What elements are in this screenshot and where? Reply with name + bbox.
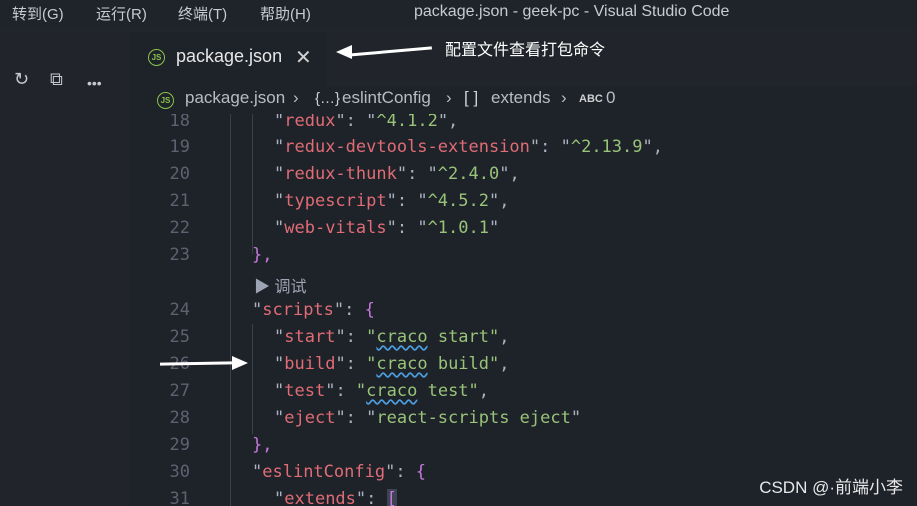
line-number: 28 [169,408,190,428]
code-line: "build": "craco build", [274,354,510,374]
json-key: redux-devtools-extension [284,137,530,157]
brace: { [415,462,427,482]
code-line: }, [252,245,273,265]
json-value: ^2.4.0 [437,164,500,184]
object-icon: {…} [315,90,341,107]
json-key: redux-thunk [284,164,397,184]
json-key: build [284,354,336,374]
line-number: 24 [169,300,190,320]
bracket: [ [386,489,397,506]
code-line: "redux-devtools-extension": "^2.13.9", [274,137,663,157]
menu-run[interactable]: 运行(R) [96,3,147,24]
menu-goto[interactable]: 转到(G) [12,3,64,24]
json-value-rest: start [427,327,490,347]
indent-guide [252,114,253,254]
string-icon: ABC [579,93,603,105]
more-icon[interactable]: ••• [87,74,102,92]
json-value: ^4.5.2 [427,191,489,211]
breadcrumb-extends[interactable]: extends [491,88,551,108]
line-number: 27 [169,381,190,401]
json-key: test [284,381,326,401]
array-icon: [ ] [464,88,479,107]
code-line: "extends": [ [274,489,397,506]
line-number: 18 [169,114,190,131]
breadcrumb-index[interactable]: 0 [606,88,615,108]
code-line: "test": "craco test", [274,381,490,401]
close-icon[interactable]: ✕ [295,45,312,70]
chevron-right-icon: › [561,88,567,107]
code-line: "start": "craco start", [274,327,510,347]
brace: { [364,300,375,320]
tab-label: package.json [176,46,283,66]
json-key: eject [284,408,336,428]
code-line: "typescript": "^4.5.2", [274,191,510,211]
json-value-word: craco [376,327,428,347]
indent-guide [252,324,253,434]
line-number: 31 [169,489,190,506]
json-value-word: craco [366,381,418,401]
line-number: 21 [169,191,190,211]
json-key: web-vitals [284,218,387,238]
code-line: "redux-thunk": "^2.4.0", [274,164,520,184]
line-number: 22 [169,218,190,238]
line-number: 19 [169,137,190,157]
line-number: 23 [169,245,190,265]
code-line: "eject": "react-scripts eject" [274,408,582,428]
line-number: 20 [169,164,190,184]
annotation-text: 配置文件查看打包命令 [445,42,606,59]
json-value: ^1.0.1 [427,218,489,238]
annotation-arrow-head-icon [336,45,352,59]
annotation-arrow-head-icon [232,356,248,370]
menu-help[interactable]: 帮助(H) [260,3,311,24]
json-value: ^2.13.9 [570,137,643,157]
code-editor[interactable]: 18 "redux": "^4.1.2", 19 "redux-devtools… [130,114,917,506]
json-value-rest: build [427,354,490,374]
breadcrumb-eslintconfig[interactable]: eslintConfig [342,88,431,108]
code-line: "scripts": { [252,300,375,320]
code-line: "redux": "^4.1.2", [274,114,458,131]
breadcrumb-file[interactable]: package.json [185,88,285,108]
side-panel: ↻ ⧉ ••• [0,26,130,506]
code-line: "web-vitals": "^1.0.1" [274,218,500,238]
debug-codelens[interactable]: ▶ 调试 [254,273,306,297]
refresh-icon[interactable]: ↻ [14,70,29,88]
json-key: start [284,327,336,347]
watermark: CSDN @·前端小李 [759,478,903,497]
line-number: 30 [169,462,190,482]
json-file-icon: JS [148,49,165,66]
json-key: scripts [262,300,334,320]
json-value-rest: test [417,381,469,401]
code-line: }, [252,435,273,455]
menu-terminal[interactable]: 终端(T) [178,3,227,24]
tab-package-json[interactable]: JS package.json ✕ [130,32,326,86]
chevron-right-icon: › [293,88,299,107]
json-value: react-scripts eject [376,408,571,428]
json-value-word: craco [376,354,428,374]
json-value: ^4.1.2 [376,114,438,131]
json-file-icon: JS [157,92,174,109]
window-title: package.json - geek-pc - Visual Studio C… [414,3,730,20]
title-bar: 转到(G) 运行(R) 终端(T) 帮助(H) package.json - g… [0,0,917,26]
chevron-right-icon: › [446,88,452,107]
json-key: typescript [284,191,387,211]
json-key: eslintConfig [262,462,386,482]
collapse-all-icon[interactable]: ⧉ [50,70,63,88]
json-key: redux [284,114,336,131]
json-key: extends [284,489,356,506]
code-line: "eslintConfig": { [252,462,427,482]
breadcrumb: JS package.json › {…} eslintConfig › [ ]… [130,86,917,114]
line-number: 25 [169,327,190,347]
indent-guide [230,114,231,506]
line-number: 29 [169,435,190,455]
